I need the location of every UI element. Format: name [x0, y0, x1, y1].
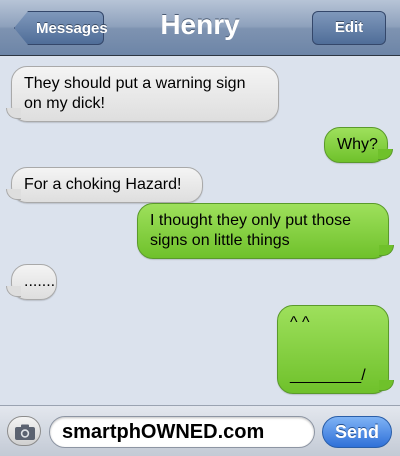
message-bubble-sent: I thought they only put those signs on l…	[137, 203, 394, 259]
message-bubble-received: They should put a warning sign on my dic…	[6, 66, 279, 122]
composer-bar: smartphOWNED.com Send	[0, 405, 400, 456]
message-text-line: ^ ^	[290, 314, 310, 331]
nav-bar: Messages Henry Edit	[0, 0, 400, 56]
camera-icon	[15, 424, 35, 440]
message-text: For a choking Hazard!	[24, 176, 182, 193]
message-bubble-received: .......	[6, 264, 57, 300]
message-text: Why?	[337, 136, 378, 153]
message-bubble-sent: Why?	[324, 127, 393, 163]
message-text: I thought they only put those signs on l…	[150, 212, 352, 249]
message-bubble-received: For a choking Hazard!	[6, 167, 203, 203]
message-text-line: ________/	[290, 367, 366, 384]
message-input[interactable]: smartphOWNED.com	[49, 416, 315, 448]
send-button[interactable]: Send	[322, 416, 392, 448]
camera-button[interactable]	[7, 416, 41, 446]
message-bubble-sent: ^ ^ ________/	[277, 305, 394, 394]
message-text: .......	[24, 273, 56, 290]
edit-button[interactable]: Edit	[312, 11, 386, 45]
message-text: They should put a warning sign on my dic…	[24, 75, 246, 112]
